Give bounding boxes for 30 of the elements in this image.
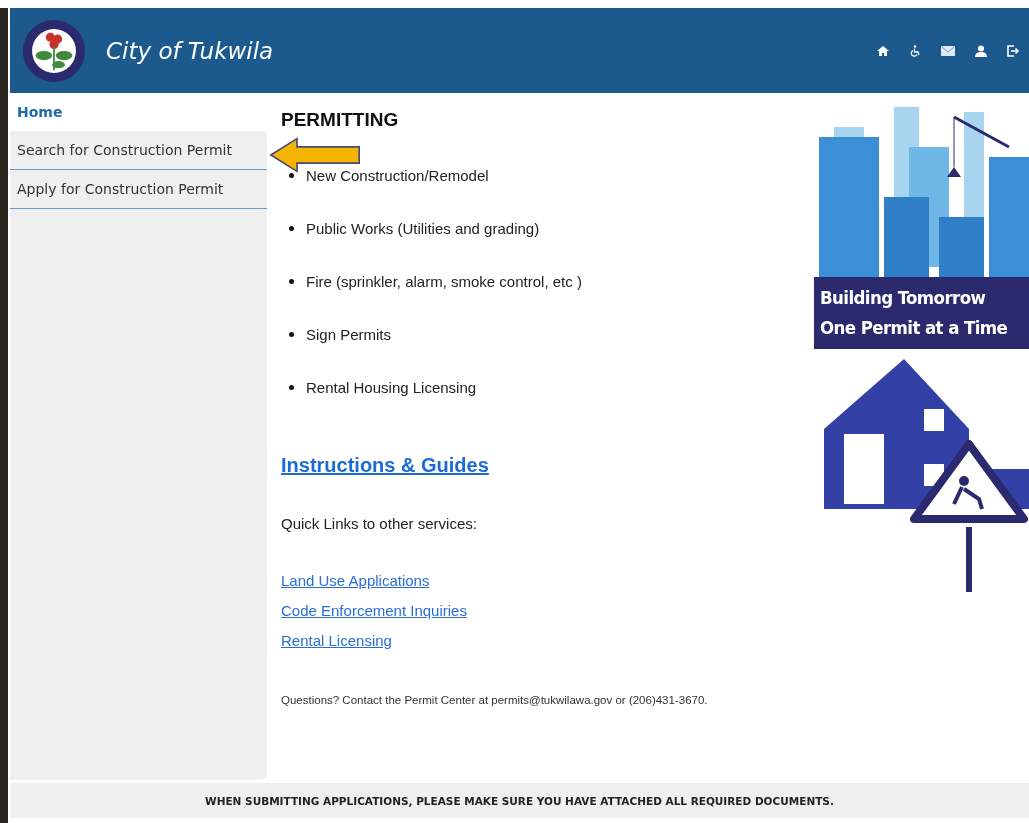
permit-type-item: Public Works (Utilities and grading)	[306, 219, 540, 238]
quick-link[interactable]: Rental Licensing	[281, 632, 392, 650]
bullet-icon	[289, 226, 294, 231]
quick-links-label: Quick Links to other services:	[281, 515, 478, 532]
user-icon[interactable]	[975, 44, 987, 57]
section-heading: PERMITTING	[281, 109, 400, 131]
sidebar-link[interactable]: Home	[10, 93, 267, 131]
sidebar-link[interactable]: Apply for Construction Permit	[10, 170, 267, 209]
slogan-text: Building Tomorrow	[820, 286, 986, 310]
envelope-icon[interactable]	[941, 45, 955, 56]
sign-out-icon[interactable]	[1007, 44, 1019, 57]
bullet-icon	[289, 385, 294, 390]
guides-link[interactable]: Instructions & Guides	[281, 454, 814, 477]
bullet-icon	[289, 332, 294, 337]
quick-link[interactable]: Code Enforcement Inquiries	[281, 602, 467, 620]
bullet-icon	[289, 173, 294, 178]
wheelchair-icon[interactable]	[909, 44, 921, 57]
sidebar-link[interactable]: Search for Construction Permit	[10, 131, 267, 170]
home-icon[interactable]	[877, 44, 889, 57]
site-title[interactable]: City of Tukwila	[106, 37, 274, 64]
permit-type-item: Sign Permits	[306, 325, 392, 344]
bullet-icon	[289, 279, 294, 284]
city-seal-icon	[22, 18, 86, 83]
permit-type-item: Rental Housing Licensing	[306, 378, 477, 397]
contact-text: Questions? Contact the Permit Center at permits@tukwilawa.gov or (206)431-3670.	[281, 694, 709, 706]
slogan-text: One Permit at a Time	[820, 316, 1008, 340]
permit-type-item: Fire (sprinkler, alarm, smoke control, etc )	[306, 272, 582, 291]
permit-type-item: New Construction/Remodel	[306, 166, 489, 185]
quick-link[interactable]: Land Use Applications	[281, 572, 430, 590]
footer-notice: WHEN SUBMITTING APPLICATIONS, PLEASE MAKE SURE YOU HAVE ATTACHED ALL REQUIRED DOCUMENTS.	[205, 794, 834, 807]
